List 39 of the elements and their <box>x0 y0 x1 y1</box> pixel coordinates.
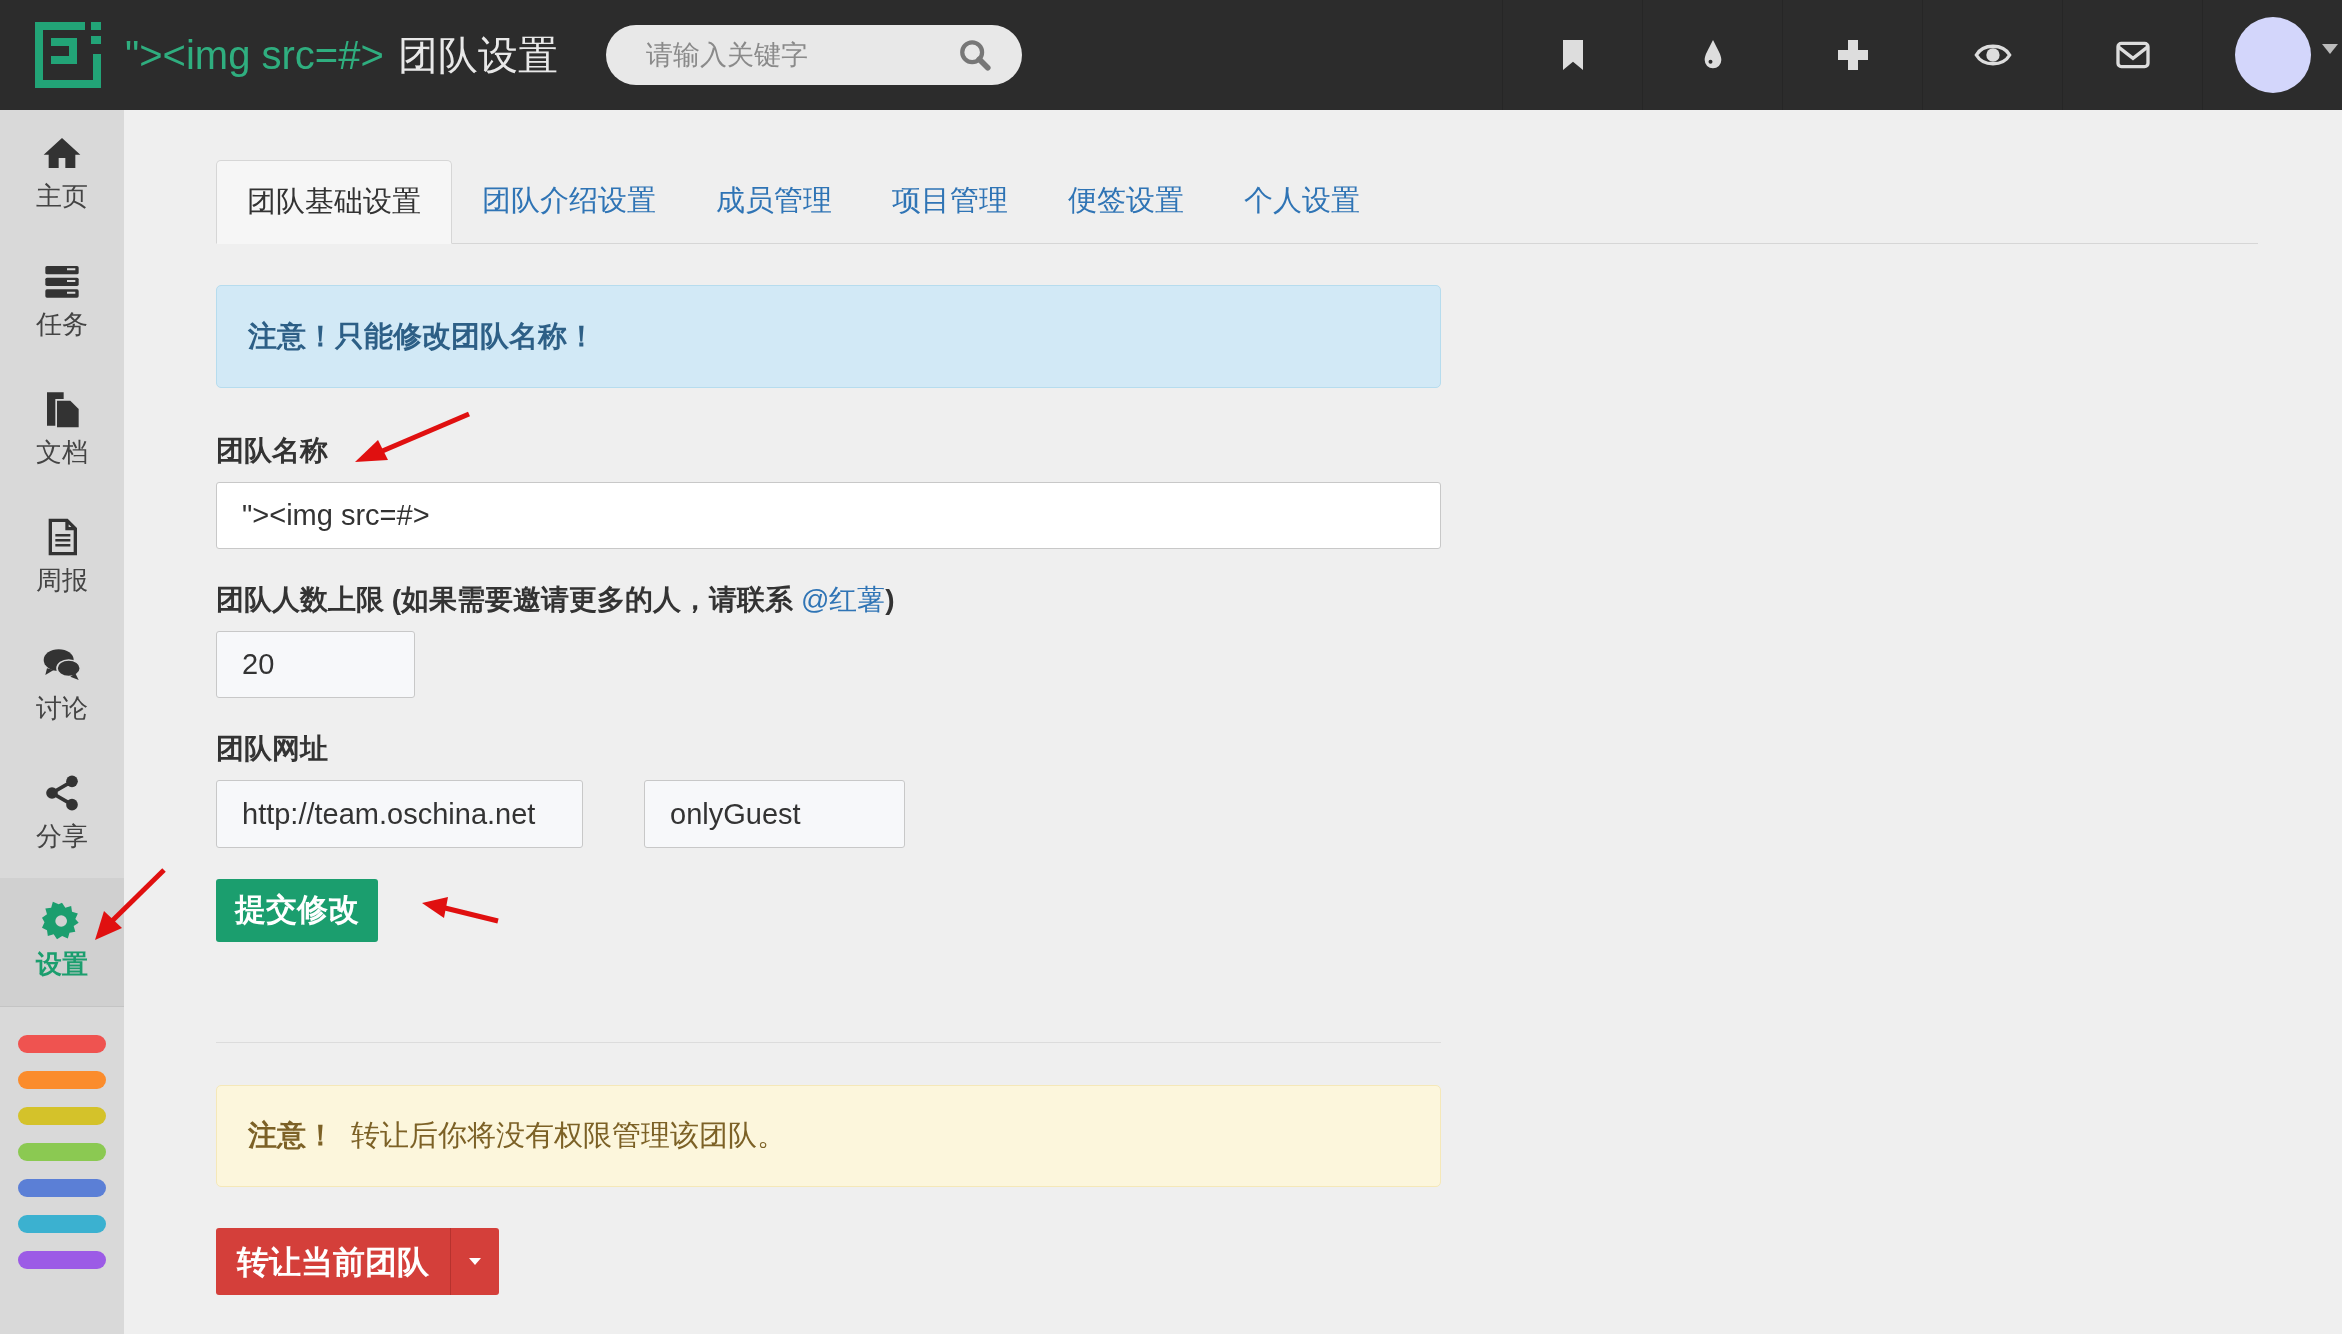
color-tag[interactable] <box>18 1071 106 1089</box>
search-field[interactable]: 请输入关键字 <box>605 25 1022 85</box>
tab[interactable]: 便签设置 <box>1038 159 1214 243</box>
page-title: 团队设置 <box>397 32 558 79</box>
caret-icon[interactable] <box>2322 44 2338 54</box>
warning-alert: 注意！ 转让后你将没有权限管理该团队。 <box>216 1085 1441 1187</box>
tab[interactable]: 个人设置 <box>1214 159 1390 243</box>
tab[interactable]: 项目管理 <box>862 159 1038 243</box>
color-tag[interactable] <box>18 1107 106 1125</box>
url-prefix-field[interactable]: http://team.oschina.net <box>216 780 583 848</box>
info-alert: 注意！只能修改团队名称！ <box>216 285 1441 388</box>
field-label: 团队名称 <box>216 434 328 468</box>
transfer-team-button[interactable]: 转让当前团队 <box>216 1228 450 1295</box>
sidebar-item[interactable]: 讨论 <box>0 622 124 750</box>
sidebar-item[interactable]: 分享 <box>0 750 124 878</box>
tab[interactable]: 成员管理 <box>686 159 862 243</box>
team-name-field[interactable]: "><img src=#> <box>216 482 1441 549</box>
settings-icon <box>42 900 82 941</box>
logo-icon[interactable] <box>35 22 101 88</box>
color-tag[interactable] <box>18 1143 106 1161</box>
search-icon[interactable] <box>957 38 992 72</box>
sidebar-item[interactable]: 周报 <box>0 494 124 622</box>
field-label: 团队网址 <box>216 732 328 766</box>
sidebar-item[interactable]: 任务 <box>0 238 124 366</box>
field-label: 团队人数上限 (如果需要邀请更多的人，请联系 @红薯) <box>216 583 895 617</box>
contact-link[interactable]: @红薯 <box>800 584 886 615</box>
sidebar-item[interactable]: 文档 <box>0 366 124 494</box>
color-tag[interactable] <box>18 1035 106 1053</box>
member-limit-field[interactable]: 20 <box>216 631 415 698</box>
color-tag[interactable] <box>18 1215 106 1233</box>
caret-icon <box>469 1258 481 1265</box>
tab[interactable]: 团队介绍设置 <box>452 159 686 243</box>
annotation-arrow <box>95 868 166 940</box>
team-title-code: "><img src=#> <box>125 32 384 79</box>
tab[interactable]: 团队基础设置 <box>216 160 452 244</box>
sidebar-item[interactable]: 主页 <box>0 110 124 238</box>
color-tag[interactable] <box>18 1179 106 1197</box>
url-name-field[interactable]: onlyGuest <box>644 780 905 848</box>
color-tag[interactable] <box>18 1251 106 1269</box>
